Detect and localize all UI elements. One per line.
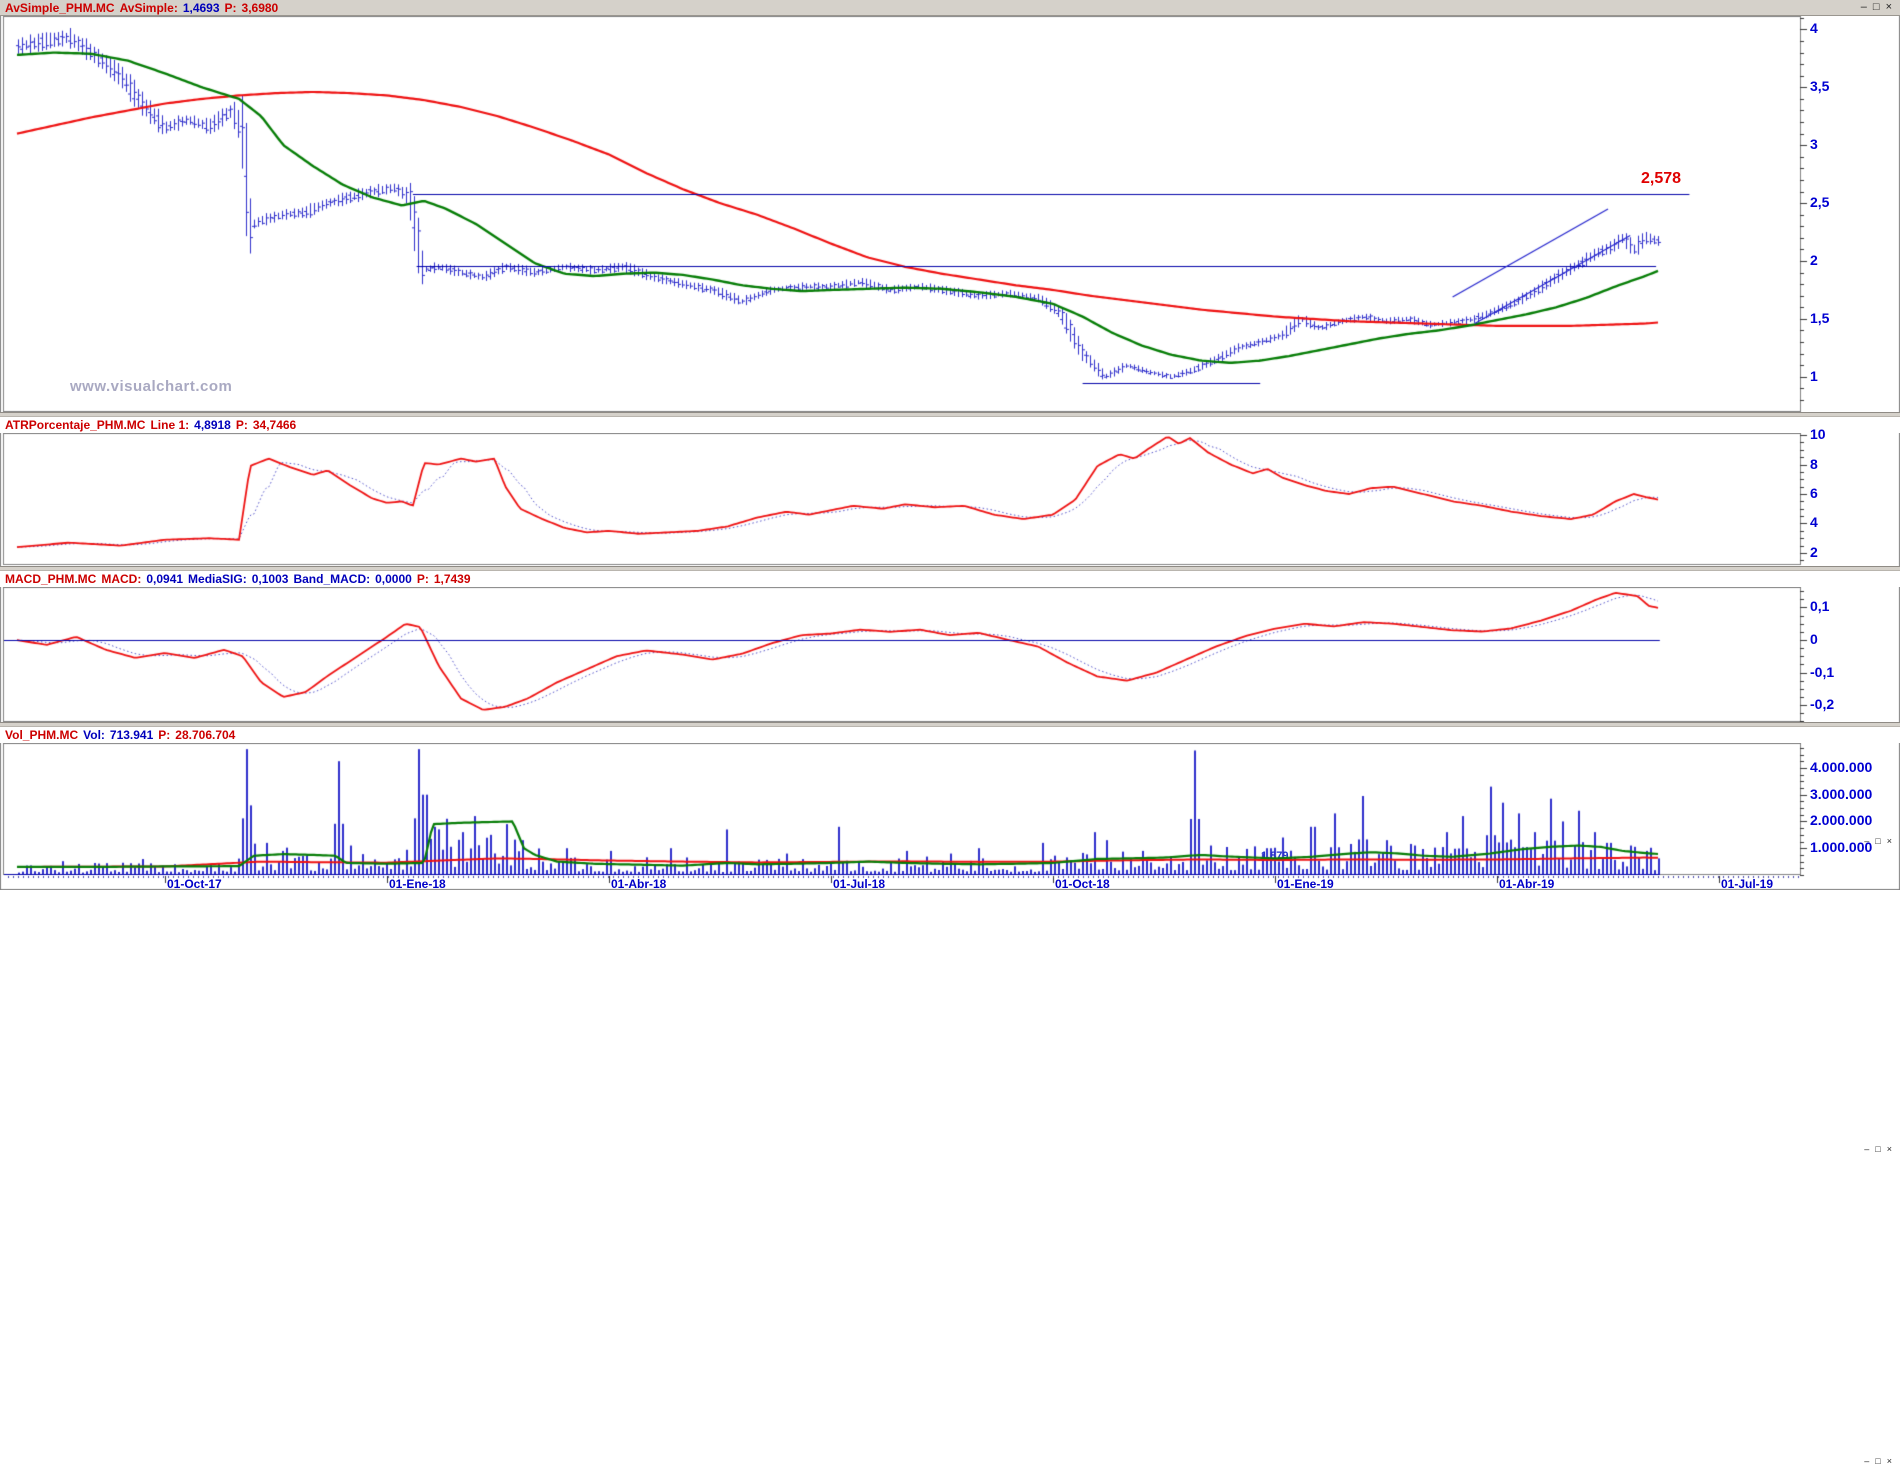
window-titlebar: AvSimple_PHM.MC AvSimple: 1,4693 P: 3,69…: [0, 0, 1900, 16]
field-label: P:: [416, 572, 429, 586]
maximize-icon[interactable]: □: [1875, 1457, 1880, 1466]
maximize-icon[interactable]: □: [1875, 837, 1880, 846]
field-value: 0,0941: [146, 572, 184, 586]
maximize-icon[interactable]: □: [1875, 1145, 1880, 1154]
field-label: P:: [224, 0, 237, 15]
maximize-icon[interactable]: □: [1873, 2, 1880, 13]
minimize-icon[interactable]: –: [1864, 1457, 1869, 1466]
minimize-icon[interactable]: –: [1864, 837, 1869, 846]
indicator-title: AvSimple_PHM.MC: [5, 0, 115, 15]
field-label: P:: [235, 418, 248, 432]
panel-header-atr: ATRPorcentaje_PHM.MC Line 1: 4,8918 P: 3…: [0, 417, 1900, 846]
close-icon[interactable]: ×: [1887, 1457, 1892, 1466]
field-value: 4,8918: [194, 418, 231, 432]
panel-header-volume: Vol_PHM.MC Vol: 713.941 P: 28.706.704 – …: [0, 727, 1900, 1466]
minimize-icon[interactable]: –: [1864, 1145, 1869, 1154]
field-value: 34,7466: [252, 418, 297, 432]
field-label: AvSimple:: [119, 0, 178, 15]
indicator-title: Vol_PHM.MC: [5, 728, 79, 742]
indicator-title: ATRPorcentaje_PHM.MC: [5, 418, 146, 432]
field-label: MACD:: [101, 572, 142, 586]
field-value: 28.706.704: [175, 728, 236, 742]
chart-canvas[interactable]: [0, 0, 1900, 890]
panel-header-macd: MACD_PHM.MC MACD: 0,0941 MediaSIG: 0,100…: [0, 571, 1900, 1154]
field-label: Vol:: [83, 728, 105, 742]
field-label: MediaSIG:: [188, 572, 247, 586]
resistance-level-label: 2,578: [1641, 170, 1682, 187]
field-value: 1,4693: [182, 0, 220, 15]
close-icon[interactable]: ×: [1887, 1145, 1892, 1154]
indicator-title: MACD_PHM.MC: [5, 572, 97, 586]
field-label: P:: [158, 728, 171, 742]
field-label: Line 1:: [150, 418, 190, 432]
minimize-icon[interactable]: –: [1861, 2, 1867, 13]
field-label: Band_MACD:: [293, 572, 371, 586]
field-value: 713.941: [109, 728, 154, 742]
close-icon[interactable]: ×: [1887, 837, 1892, 846]
field-value: 0,1003: [251, 572, 289, 586]
field-value: 1,7439: [433, 572, 471, 586]
close-icon[interactable]: ×: [1886, 2, 1892, 13]
field-value: 3,6980: [241, 0, 279, 15]
field-value: 0,0000: [375, 572, 412, 586]
